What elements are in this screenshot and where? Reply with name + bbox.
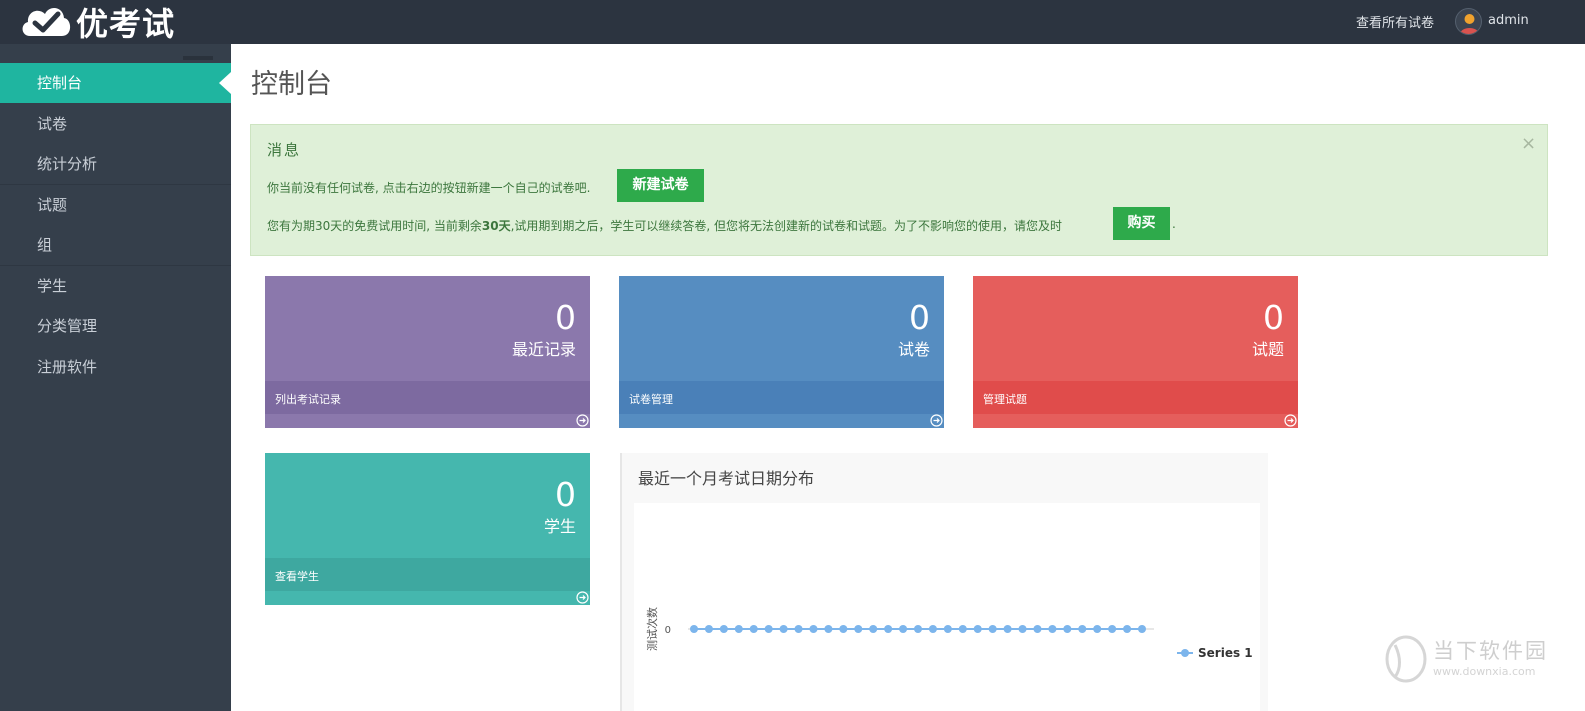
series-1-group bbox=[688, 625, 1154, 633]
sidebar-item-students[interactable]: 学生 bbox=[0, 266, 231, 306]
sidebar-item-questions[interactable]: 试题 bbox=[0, 185, 231, 225]
series-1-point[interactable] bbox=[1138, 625, 1146, 633]
series-1-point[interactable] bbox=[1048, 625, 1057, 633]
trial-days-remaining: 30天 bbox=[481, 219, 511, 233]
sidebar: 控制台 试卷 统计分析 试题 组 学生 分类管理 注册软件 bbox=[0, 44, 231, 711]
stat-card-questions: 0 试题 管理试题 bbox=[973, 276, 1298, 428]
alert-title: 消息 bbox=[267, 141, 302, 159]
brand-logo[interactable]: 优考试 bbox=[18, 0, 175, 44]
students-count: 0 bbox=[555, 475, 576, 514]
series-1-point[interactable] bbox=[899, 625, 908, 633]
view-students-link[interactable]: 查看学生 bbox=[265, 558, 590, 591]
chart-panel-title: 最近一个月考试日期分布 bbox=[638, 469, 815, 488]
series-1-point[interactable] bbox=[914, 625, 922, 633]
alert-message-no-papers: 你当前没有任何试卷, 点击右边的按钮新建一个自己的试卷吧. bbox=[267, 181, 591, 195]
trial-text-suffix: ,试用期到期之后，学生可以继续答卷, 但您将无法创建新的试卷和试题。为了不影响您… bbox=[510, 219, 1063, 233]
papers-label: 试卷 bbox=[897, 340, 930, 359]
cloud-check-icon bbox=[22, 8, 71, 37]
buy-button[interactable]: 购买 bbox=[1113, 207, 1170, 240]
series-1-point[interactable] bbox=[1093, 625, 1102, 633]
series-1-point[interactable] bbox=[1003, 625, 1012, 633]
arrow-circle-right-icon[interactable] bbox=[930, 414, 943, 427]
y-axis-label: 测试次数 bbox=[645, 607, 659, 651]
alert-message-trial: 您有为期30天的免费试用时间, 当前剩余30天,试用期到期之后，学生可以继续答卷… bbox=[267, 217, 1062, 234]
list-exam-records-link[interactable]: 列出考试记录 bbox=[265, 381, 590, 414]
sidebar-item-register[interactable]: 注册软件 bbox=[0, 347, 231, 387]
series-1-point[interactable] bbox=[854, 625, 863, 633]
series-1-point[interactable] bbox=[824, 625, 833, 633]
series-1-point[interactable] bbox=[809, 625, 818, 633]
series-1-point[interactable] bbox=[1078, 625, 1087, 633]
legend-label-series-1: Series 1 bbox=[1198, 646, 1253, 660]
series-1-point[interactable] bbox=[779, 625, 788, 633]
sidebar-item-papers[interactable]: 试卷 bbox=[0, 104, 231, 144]
message-alert: 消息 你当前没有任何试卷, 点击右边的按钮新建一个自己的试卷吧. 新建试卷 您有… bbox=[250, 124, 1548, 256]
questions-label: 试题 bbox=[1251, 340, 1284, 359]
series-1-point[interactable] bbox=[884, 625, 893, 633]
arrow-circle-right-icon[interactable] bbox=[576, 591, 589, 604]
chart-legend[interactable]: Series 1 bbox=[1177, 646, 1253, 660]
user-avatar[interactable] bbox=[1455, 8, 1482, 35]
series-1-point[interactable] bbox=[749, 625, 758, 633]
watermark-logo-icon bbox=[1385, 635, 1427, 683]
arrow-circle-right-icon[interactable] bbox=[576, 414, 589, 427]
stat-card-students: 0 学生 查看学生 bbox=[265, 453, 590, 605]
username-menu[interactable]: admin bbox=[1488, 13, 1529, 28]
chart-area: 测试次数 0 Series 1 bbox=[634, 503, 1260, 711]
sidebar-toggle[interactable] bbox=[183, 56, 213, 60]
watermark-text: 当下软件园 bbox=[1433, 639, 1548, 663]
new-paper-button[interactable]: 新建试卷 bbox=[617, 169, 704, 202]
series-1-point[interactable] bbox=[704, 625, 713, 633]
series-1-point[interactable] bbox=[958, 625, 967, 633]
students-label: 学生 bbox=[543, 517, 576, 536]
series-1-point[interactable] bbox=[839, 625, 848, 633]
stat-card-recent-records: 0 最近记录 列出考试记录 bbox=[265, 276, 590, 428]
page-title: 控制台 bbox=[251, 69, 332, 100]
series-1-point[interactable] bbox=[988, 625, 997, 633]
papers-count: 0 bbox=[909, 298, 930, 337]
series-1-point[interactable] bbox=[734, 625, 743, 633]
arrow-circle-right-icon[interactable] bbox=[1284, 414, 1297, 427]
exam-date-distribution-panel: 最近一个月考试日期分布 测试次数 0 Series 1 bbox=[620, 453, 1268, 711]
brand-name: 优考试 bbox=[76, 5, 176, 43]
stat-card-papers: 0 试卷 试卷管理 bbox=[619, 276, 944, 428]
series-1-point[interactable] bbox=[764, 625, 773, 633]
series-1-point[interactable] bbox=[794, 625, 803, 633]
legend-marker bbox=[1181, 649, 1189, 657]
series-1-point[interactable] bbox=[690, 625, 698, 633]
series-1-point[interactable] bbox=[1063, 625, 1072, 633]
line-chart: 测试次数 0 Series 1 bbox=[645, 607, 1253, 660]
recent-records-label: 最近记录 bbox=[511, 340, 576, 359]
sidebar-item-dashboard[interactable]: 控制台 bbox=[0, 63, 231, 103]
sidebar-item-statistics[interactable]: 统计分析 bbox=[0, 144, 231, 184]
trial-text-prefix: 您有为期30天的免费试用时间, 当前剩余 bbox=[267, 219, 482, 233]
view-all-papers-link[interactable]: 查看所有试卷 bbox=[1356, 12, 1434, 31]
sidebar-item-categories[interactable]: 分类管理 bbox=[0, 306, 231, 346]
series-1-point[interactable] bbox=[1018, 625, 1027, 633]
watermark: 当下软件园 www.downxia.com bbox=[1385, 635, 1565, 685]
series-1-point[interactable] bbox=[973, 625, 982, 633]
sidebar-item-groups[interactable]: 组 bbox=[0, 225, 231, 265]
recent-records-count: 0 bbox=[555, 298, 576, 337]
watermark-url: www.downxia.com bbox=[1433, 665, 1536, 678]
series-1-point[interactable] bbox=[1108, 625, 1117, 633]
series-1-point[interactable] bbox=[869, 625, 878, 633]
questions-count: 0 bbox=[1263, 298, 1284, 337]
trial-text-end: . bbox=[1172, 217, 1176, 231]
close-icon[interactable]: × bbox=[1521, 133, 1536, 154]
paper-management-link[interactable]: 试卷管理 bbox=[619, 381, 944, 414]
series-1-point[interactable] bbox=[1033, 625, 1042, 633]
series-1-point[interactable] bbox=[1123, 625, 1132, 633]
series-1-point[interactable] bbox=[943, 625, 952, 633]
series-1-point[interactable] bbox=[928, 625, 937, 633]
manage-questions-link[interactable]: 管理试题 bbox=[973, 381, 1298, 414]
top-navbar: 优考试 查看所有试卷 admin bbox=[0, 0, 1585, 44]
y-tick-label: 0 bbox=[665, 625, 671, 636]
user-icon bbox=[1460, 14, 1479, 34]
series-1-point[interactable] bbox=[719, 625, 728, 633]
